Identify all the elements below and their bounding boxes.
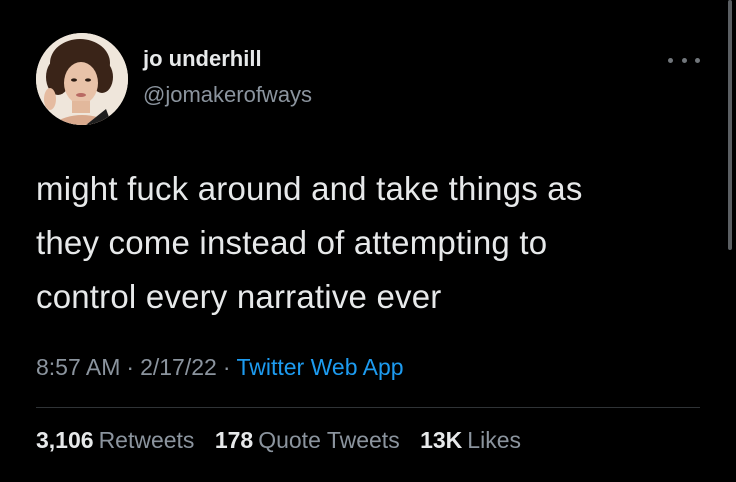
- tweet-time[interactable]: 8:57 AM: [36, 354, 120, 380]
- tweet-date[interactable]: 2/17/22: [140, 354, 217, 380]
- meta-separator: ·: [222, 354, 231, 380]
- likes-label: Likes: [467, 427, 521, 453]
- divider: [36, 407, 700, 408]
- more-dot: [668, 57, 673, 63]
- quote-tweets-count: 178: [214, 427, 254, 453]
- retweets-stat[interactable]: 3,106 Retweets: [36, 427, 194, 453]
- tweet-stats: 3,106 Retweets 178 Quote Tweets 13K Likes: [36, 427, 535, 454]
- more-dot: [681, 57, 687, 63]
- tweet-text: might fuck around and take things as the…: [36, 170, 583, 315]
- more-dot: [695, 57, 700, 63]
- likes-stat[interactable]: 13K Likes: [420, 427, 521, 453]
- retweets-count: 3,106: [36, 427, 94, 453]
- tweet-source-link[interactable]: Twitter Web App: [236, 354, 403, 380]
- avatar[interactable]: [36, 33, 128, 125]
- quote-tweets-stat[interactable]: 178 Quote Tweets: [215, 427, 400, 453]
- quote-tweets-label: Quote Tweets: [258, 427, 400, 453]
- tweet-meta: 8:57 AM · 2/17/22 · Twitter Web App: [36, 354, 404, 381]
- likes-count: 13K: [420, 427, 463, 453]
- user-handle[interactable]: @jomakerofways: [143, 82, 312, 108]
- more-horizontal-icon[interactable]: [668, 50, 700, 70]
- display-name[interactable]: jo underhill: [143, 46, 262, 72]
- avatar-photo: [36, 33, 128, 125]
- retweets-label: Retweets: [98, 427, 195, 453]
- tweet-detail: jo underhill @jomakerofways might fuck a…: [0, 0, 736, 482]
- meta-separator: ·: [126, 354, 135, 380]
- scrollbar[interactable]: [728, 0, 732, 250]
